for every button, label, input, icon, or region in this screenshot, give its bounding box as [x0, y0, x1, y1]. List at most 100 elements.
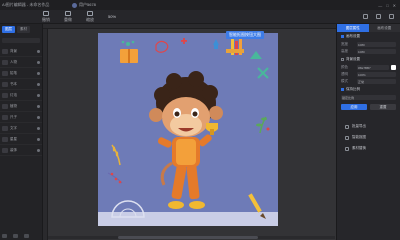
layer-row[interactable]: 人物 [0, 57, 42, 68]
apply-button[interactable]: 应用 [341, 104, 367, 110]
visibility-icon[interactable] [37, 49, 40, 53]
layer-row[interactable]: 文字 [0, 123, 42, 134]
color-swatch[interactable] [391, 65, 396, 70]
top-toolbar: 撤销 重做 缩放 50% [0, 10, 400, 24]
folder-icon[interactable] [13, 234, 18, 238]
lock-ratio-field[interactable]: 锁定比例 [341, 95, 396, 100]
scrollbar-thumb[interactable] [118, 236, 258, 239]
redo-button[interactable]: 重做 [60, 10, 76, 23]
export-icon[interactable] [389, 14, 394, 19]
background-settings-section[interactable]: 背景设置 [337, 55, 400, 64]
height-field[interactable]: 1080 [357, 49, 396, 54]
tab-layers[interactable]: 图层 [2, 26, 15, 33]
blend-mode-select[interactable]: 正常 [357, 79, 396, 84]
visibility-icon[interactable] [37, 60, 40, 64]
undo-icon [43, 10, 49, 16]
menu-item-label: 素材替换 [352, 146, 366, 150]
keep-ratio-label: 保持比例 [346, 87, 360, 91]
tab-layer-properties[interactable]: 图层属性 [337, 24, 369, 32]
lock-ratio-row: 锁定比例 [337, 94, 400, 101]
layer-thumbnail [2, 114, 8, 120]
delete-icon[interactable] [24, 234, 29, 238]
minimize-icon[interactable]: — [378, 3, 382, 8]
replace-icon [345, 146, 349, 151]
width-field[interactable]: 1080 [357, 42, 396, 47]
berries-icon [107, 172, 123, 184]
layer-thumbnail [2, 147, 8, 153]
redo-label: 重做 [64, 16, 72, 22]
left-tabs: 图层 素材 [0, 24, 42, 35]
visibility-icon[interactable] [37, 104, 40, 108]
opacity-field[interactable]: 100% [357, 72, 396, 77]
layer-thumbnail [2, 92, 8, 98]
keep-ratio-checkbox[interactable] [341, 88, 344, 91]
layer-row[interactable]: 铅笔 [0, 68, 42, 79]
layer-label: 人物 [10, 59, 17, 64]
menu-item-replace-asset[interactable]: 素材替换 [337, 143, 400, 154]
visibility-icon[interactable] [37, 115, 40, 119]
wheat-icon [111, 144, 121, 166]
redo-icon [65, 10, 71, 16]
zoom-icon [87, 10, 93, 16]
layer-row[interactable]: 尺子 [0, 112, 42, 123]
visibility-icon[interactable] [37, 137, 40, 141]
plant-icon [256, 116, 270, 134]
layer-label: 植物 [10, 103, 17, 108]
title-bar: AI图片编辑器 - 未命名作品 用户5678 — □ ✕ [0, 0, 400, 10]
pencil-icon [248, 193, 266, 219]
user-menu[interactable]: 用户5678 [72, 2, 96, 8]
layer-row[interactable]: 灯泡 [0, 90, 42, 101]
toolbar-actions: 撤销 重做 缩放 50% [0, 10, 116, 23]
horizontal-scrollbar[interactable] [48, 236, 335, 239]
layer-row[interactable]: 书本 [0, 79, 42, 90]
visibility-icon[interactable] [37, 93, 40, 97]
layer-row[interactable]: 星星 [0, 134, 42, 145]
blend-mode-label: 模式 [341, 79, 348, 83]
layer-thumbnail [2, 48, 8, 54]
menu-item-label: 批量导出 [352, 124, 366, 128]
grid-icon[interactable] [363, 14, 368, 19]
layer-row[interactable]: 背景 [0, 46, 42, 57]
tab-assets[interactable]: 素材 [17, 26, 30, 33]
keep-ratio-row[interactable]: 保持比例 [337, 85, 400, 94]
layer-row[interactable]: 植物 [0, 101, 42, 112]
layers-icon[interactable] [376, 14, 381, 19]
user-name: 用户5678 [79, 2, 96, 7]
bg-color-label: 颜色 [341, 65, 348, 69]
flask-icon [250, 51, 262, 59]
properties-panel: 图层属性 画布设置 画布设置 宽度 1080 高度 1080 背景设置 颜色 #… [336, 24, 400, 240]
layer-thumbnail [2, 136, 8, 142]
canvas-settings-section[interactable]: 画布设置 [337, 32, 400, 41]
layer-search-input[interactable] [2, 38, 40, 43]
artwork-svg [107, 35, 270, 219]
visibility-icon[interactable] [37, 148, 40, 152]
layer-row[interactable]: 装饰 [0, 145, 42, 156]
undo-label: 撤销 [42, 16, 50, 22]
width-label: 宽度 [341, 42, 348, 46]
reset-button[interactable]: 重置 [370, 104, 396, 110]
visibility-icon[interactable] [37, 82, 40, 86]
section-title: 画布设置 [346, 34, 360, 38]
menu-item-batch-export[interactable]: 批量导出 [337, 121, 400, 132]
add-layer-icon[interactable] [2, 234, 7, 238]
artboard[interactable] [98, 33, 278, 226]
layer-label: 星星 [10, 136, 17, 141]
bg-color-field[interactable]: #6E7BB7 [357, 65, 389, 70]
tool-menu: 批量导出 智能抠图 素材替换 [337, 121, 400, 154]
left-footer [2, 234, 29, 238]
undo-button[interactable]: 撤销 [38, 10, 54, 23]
zoom-button[interactable]: 缩放 [82, 10, 98, 23]
height-row: 高度 1080 [337, 48, 400, 55]
character-illustration [149, 71, 223, 209]
visibility-icon[interactable] [37, 126, 40, 130]
maximize-icon[interactable]: □ [386, 3, 388, 8]
close-icon[interactable]: ✕ [393, 3, 396, 8]
layer-thumbnail [2, 103, 8, 109]
visibility-icon[interactable] [37, 71, 40, 75]
selection-label: 智能抠图按钮大图 [226, 31, 264, 39]
tab-canvas-settings[interactable]: 画布设置 [368, 24, 400, 32]
zoom-value[interactable]: 50% [108, 14, 116, 19]
layer-label: 尺子 [10, 114, 17, 119]
menu-item-smart-cutout[interactable]: 智能抠图 [337, 132, 400, 143]
editor-app: AI图片编辑器 - 未命名作品 用户5678 — □ ✕ 撤销 重做 缩放 50… [0, 0, 400, 240]
